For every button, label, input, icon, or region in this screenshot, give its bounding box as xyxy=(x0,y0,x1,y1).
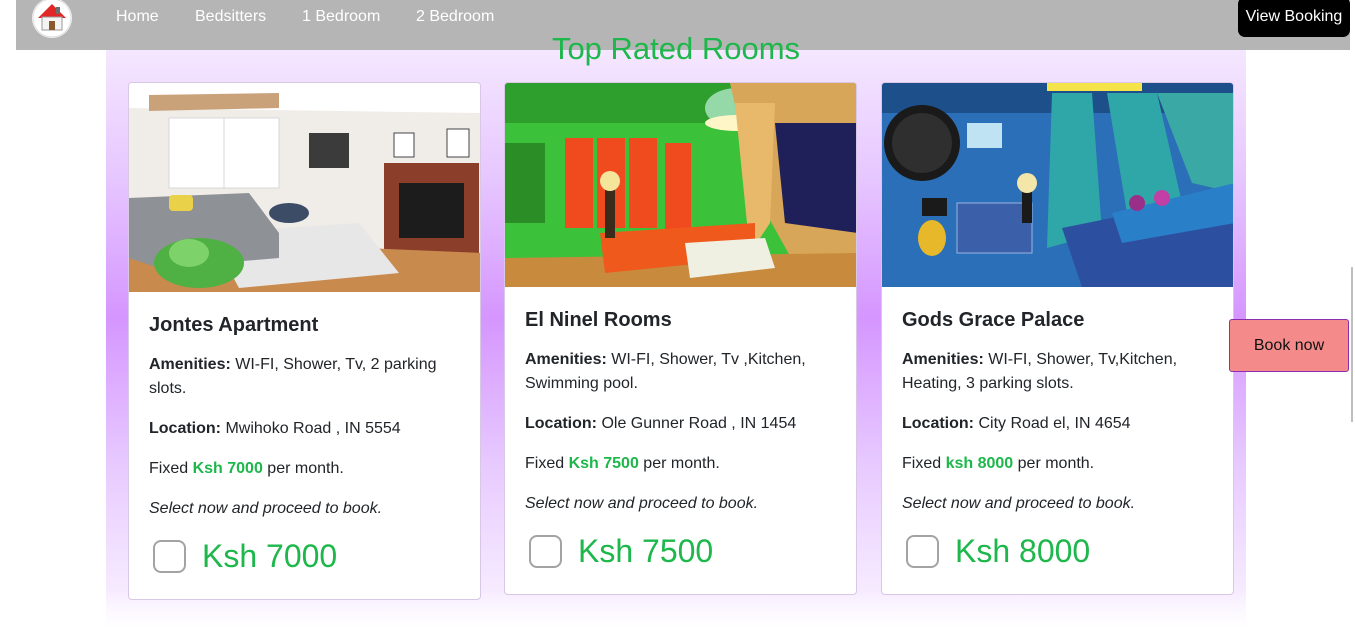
amenities-label: Amenities: xyxy=(149,356,231,373)
room-photo xyxy=(505,83,856,287)
select-room-checkbox[interactable] xyxy=(529,534,562,568)
price-row: Ksh 7000 xyxy=(153,536,337,576)
location: Location: City Road el, IN 4654 xyxy=(902,412,1215,436)
booking-note: Select now and proceed to book. xyxy=(525,495,759,512)
view-booking-button[interactable]: View Booking xyxy=(1238,0,1350,37)
location: Location: Mwihoko Road , IN 5554 xyxy=(149,417,462,441)
booking-note: Select now and proceed to book. xyxy=(149,500,383,517)
fixed-prefix: Fixed xyxy=(902,455,942,472)
room-card-jontes: Jontes Apartment Amenities: WI-FI, Showe… xyxy=(128,82,481,600)
room-title: El Ninel Rooms xyxy=(525,309,672,331)
fixed-suffix: per month. xyxy=(267,460,344,477)
fixed-prefix: Fixed xyxy=(149,460,189,477)
fixed-price-value: Ksh 7000 xyxy=(192,460,263,477)
fixed-price: Fixed Ksh 7500 per month. xyxy=(525,452,838,476)
fixed-price-value: Ksh 7500 xyxy=(568,455,639,472)
fixed-price: Fixed ksh 8000 per month. xyxy=(902,452,1215,476)
location-label: Location: xyxy=(149,420,221,437)
house-icon[interactable] xyxy=(32,0,72,38)
fixed-suffix: per month. xyxy=(643,455,720,472)
page-title: Top Rated Rooms xyxy=(551,31,801,66)
room-title: Gods Grace Palace xyxy=(902,309,1085,331)
fixed-price-value: ksh 8000 xyxy=(945,455,1014,472)
price-row: Ksh 7500 xyxy=(529,531,713,571)
room-price: Ksh 8000 xyxy=(955,533,1091,569)
nav-link-home[interactable]: Home xyxy=(116,8,159,26)
nav-link-1-bedroom[interactable]: 1 Bedroom xyxy=(302,8,380,26)
card-body: Gods Grace Palace Amenities: WI-FI, Show… xyxy=(902,308,1215,532)
room-price: Ksh 7000 xyxy=(202,538,338,574)
amenities-label: Amenities: xyxy=(902,351,984,368)
room-card-el-ninel: El Ninel Rooms Amenities: WI-FI, Shower,… xyxy=(504,82,857,595)
room-photo xyxy=(129,83,480,292)
nav-link-bedsitters[interactable]: Bedsitters xyxy=(195,8,266,26)
amenities: Amenities: WI-FI, Shower, Tv, 2 parking … xyxy=(149,353,462,401)
fixed-suffix: per month. xyxy=(1017,455,1095,472)
room-price: Ksh 7500 xyxy=(578,533,714,569)
book-now-button[interactable]: Book now xyxy=(1229,319,1349,372)
fixed-prefix: Fixed xyxy=(525,455,565,472)
nav-link-2-bedroom[interactable]: 2 Bedroom xyxy=(416,8,494,26)
select-room-checkbox[interactable] xyxy=(153,539,186,573)
scrollbar[interactable] xyxy=(1351,267,1353,422)
amenities-label: Amenities: xyxy=(525,351,607,368)
fixed-price: Fixed Ksh 7000 per month. xyxy=(149,457,462,481)
select-room-checkbox[interactable] xyxy=(906,534,939,568)
card-body: Jontes Apartment Amenities: WI-FI, Showe… xyxy=(149,313,462,537)
price-row: Ksh 8000 xyxy=(906,531,1090,571)
location: Location: Ole Gunner Road , IN 1454 xyxy=(525,412,838,436)
booking-note: Select now and proceed to book. xyxy=(902,495,1136,512)
card-body: El Ninel Rooms Amenities: WI-FI, Shower,… xyxy=(525,308,838,532)
location-value: Ole Gunner Road , IN 1454 xyxy=(601,415,797,432)
location-label: Location: xyxy=(902,415,974,432)
amenities: Amenities: WI-FI, Shower, Tv,Kitchen, He… xyxy=(902,348,1215,396)
location-value: Mwihoko Road , IN 5554 xyxy=(225,420,401,437)
room-photo xyxy=(882,83,1233,287)
room-card-gods-grace: Gods Grace Palace Amenities: WI-FI, Show… xyxy=(881,82,1234,595)
room-title: Jontes Apartment xyxy=(149,314,319,336)
amenities: Amenities: WI-FI, Shower, Tv ,Kitchen, S… xyxy=(525,348,838,396)
location-value: City Road el, IN 4654 xyxy=(978,415,1131,432)
location-label: Location: xyxy=(525,415,597,432)
